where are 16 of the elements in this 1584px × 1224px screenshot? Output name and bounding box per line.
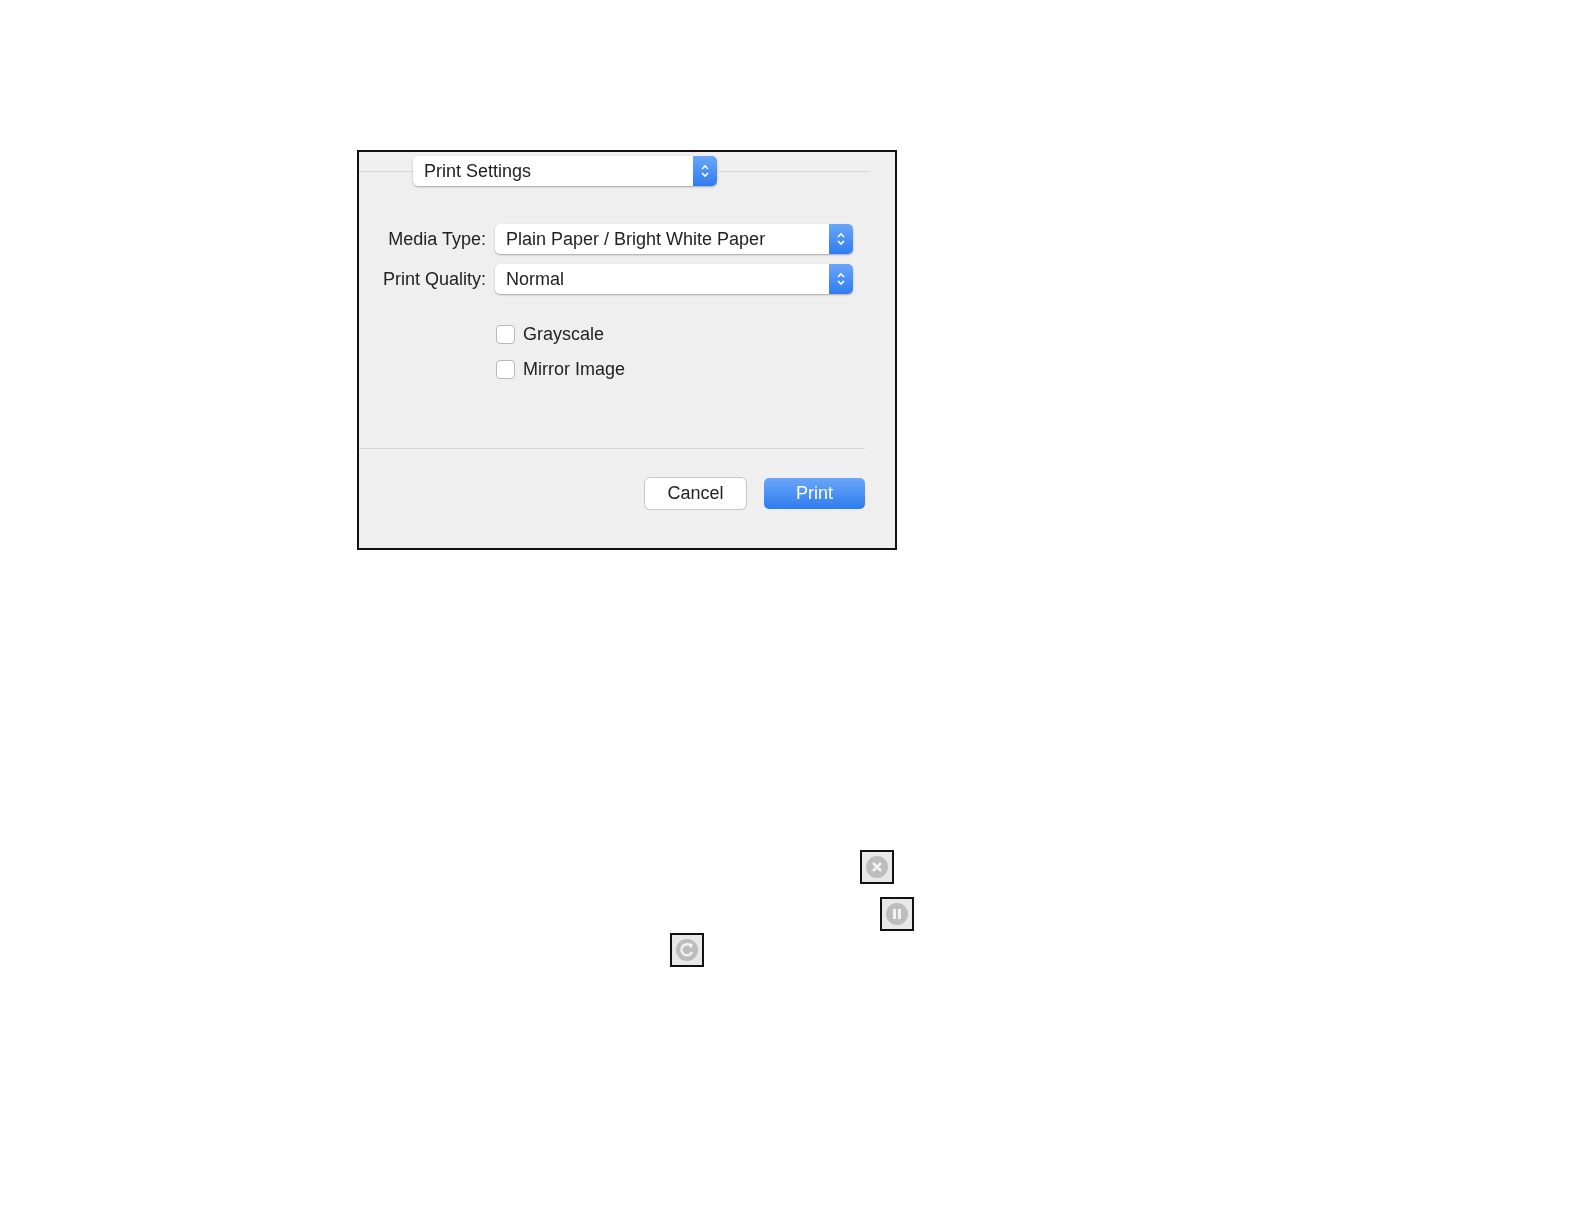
pause-icon — [880, 897, 914, 931]
refresh-icon — [670, 933, 704, 967]
checkbox[interactable] — [496, 360, 515, 379]
stepper-icon — [693, 156, 717, 186]
field-label: Print Quality: — [381, 268, 486, 290]
panel-menu[interactable]: Print Settings — [413, 156, 717, 186]
close-icon — [860, 850, 894, 884]
stepper-icon — [829, 264, 853, 294]
checkbox-label: Grayscale — [523, 324, 605, 345]
checkbox[interactable] — [496, 325, 515, 344]
dropdown[interactable]: Plain Paper / Bright White Paper — [495, 224, 853, 254]
stepper-icon — [829, 224, 853, 254]
cancel-button[interactable]: Cancel — [645, 478, 746, 509]
dropdown[interactable]: Normal — [495, 264, 853, 294]
field-label: Media Type: — [387, 228, 486, 250]
checkbox-label: Mirror Image — [523, 359, 625, 380]
